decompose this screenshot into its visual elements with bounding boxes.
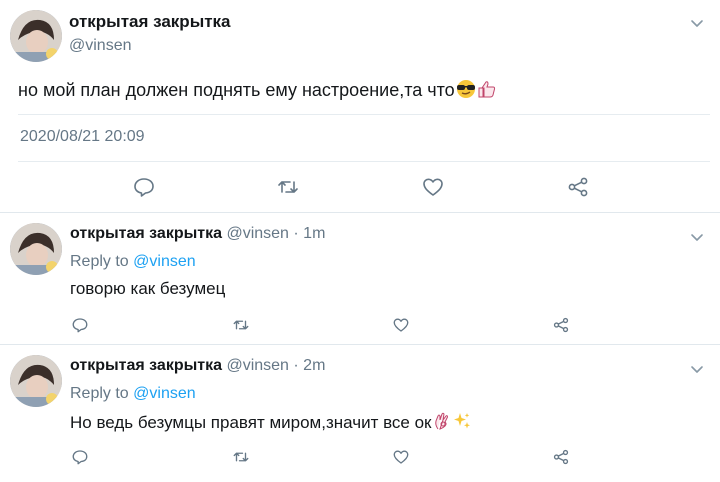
- chevron-down-icon[interactable]: [690, 230, 704, 244]
- share-icon[interactable]: [566, 175, 590, 199]
- reply-tweet[interactable]: открытая закрытка @vinsen · 1m Reply to …: [0, 213, 720, 344]
- tweet-text-content: но мой план должен поднять ему настроени…: [18, 80, 455, 100]
- retweet-icon[interactable]: [232, 316, 250, 334]
- reply-icon[interactable]: [132, 175, 156, 199]
- display-name[interactable]: открытая закрытка: [70, 357, 222, 374]
- reply-tweet[interactable]: открытая закрытка @vinsen · 2m Reply to …: [0, 345, 720, 476]
- reply-to-line: Reply to @vinsen: [70, 385, 196, 403]
- handle[interactable]: @vinsen: [69, 37, 132, 55]
- reply-header: открытая закрытка @vinsen · 2m: [70, 357, 325, 375]
- retweet-icon[interactable]: [232, 448, 250, 466]
- display-name[interactable]: открытая закрытка: [69, 12, 231, 32]
- mention-link[interactable]: @vinsen: [133, 385, 196, 402]
- chevron-down-icon[interactable]: [690, 362, 704, 376]
- reply-to-line: Reply to @vinsen: [70, 253, 196, 271]
- avatar[interactable]: [10, 10, 62, 62]
- tweet-text: но мой план должен поднять ему настроени…: [18, 79, 499, 104]
- handle-and-time: @vinsen · 2m: [226, 357, 326, 374]
- reply-icon[interactable]: [71, 448, 89, 466]
- ok-hand-emoji-icon: [432, 411, 452, 436]
- reply-text: Но ведь безумцы правят миром,значит все …: [70, 411, 472, 436]
- reply-to-label: Reply to: [70, 253, 134, 270]
- share-icon[interactable]: [552, 448, 570, 466]
- main-tweet: открытая закрытка @vinsen но мой план до…: [0, 0, 720, 212]
- chevron-down-icon[interactable]: [690, 16, 704, 30]
- reply-to-label: Reply to: [70, 385, 134, 402]
- sparkles-emoji-icon: [452, 411, 472, 436]
- divider: [18, 161, 710, 162]
- sunglasses-emoji-icon: [455, 79, 477, 104]
- avatar[interactable]: [10, 355, 62, 407]
- like-icon[interactable]: [421, 175, 445, 199]
- like-icon[interactable]: [392, 316, 410, 334]
- reply-text-content: Но ведь безумцы правят миром,значит все …: [70, 413, 432, 432]
- reply-icon[interactable]: [71, 316, 89, 334]
- thumbs-up-emoji-icon: [477, 79, 499, 104]
- avatar[interactable]: [10, 223, 62, 275]
- like-icon[interactable]: [392, 448, 410, 466]
- tweet-thread: открытая закрытка @vinsen но мой план до…: [0, 0, 720, 482]
- share-icon[interactable]: [552, 316, 570, 334]
- mention-link[interactable]: @vinsen: [133, 253, 196, 270]
- timestamp: 2020/08/21 20:09: [20, 128, 145, 145]
- divider: [18, 114, 710, 115]
- display-name[interactable]: открытая закрытка: [70, 225, 222, 242]
- reply-header: открытая закрытка @vinsen · 1m: [70, 225, 325, 243]
- handle-and-time: @vinsen · 1m: [226, 225, 326, 242]
- reply-text: говорю как безумец: [70, 279, 226, 298]
- retweet-icon[interactable]: [276, 175, 300, 199]
